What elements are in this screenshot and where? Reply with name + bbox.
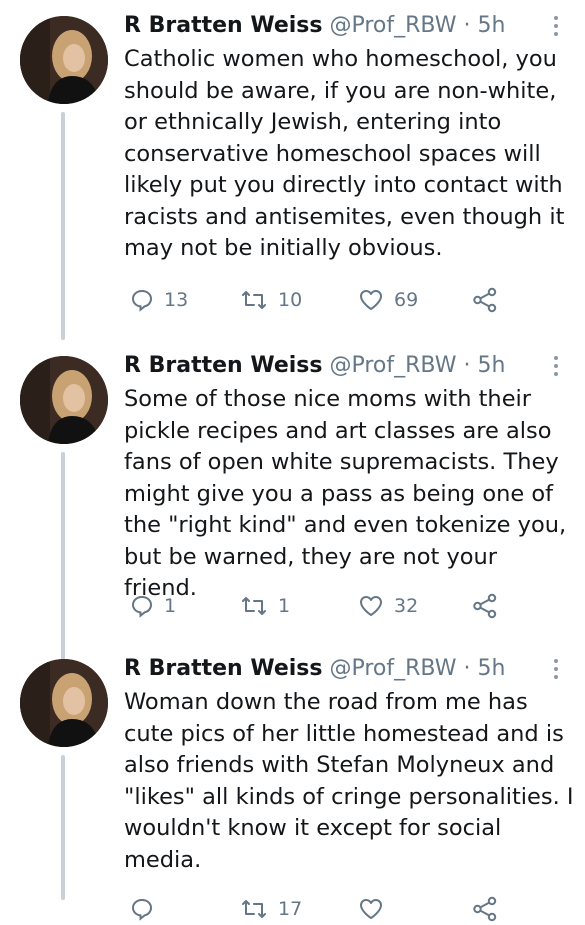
like-button[interactable]: 32 (358, 590, 418, 622)
avatar[interactable] (20, 659, 108, 747)
tweet[interactable]: R Bratten Weiss @Prof_RBW · 5h Catholic … (0, 0, 585, 340)
retweet-icon (242, 597, 266, 615)
display-name[interactable]: R Bratten Weiss (124, 656, 322, 681)
retweet-button[interactable]: 10 (240, 284, 302, 316)
thread-line (61, 755, 65, 900)
avatar[interactable] (20, 356, 108, 444)
user-handle[interactable]: @Prof_RBW (329, 13, 456, 38)
share-icon (473, 593, 497, 619)
display-name[interactable]: R Bratten Weiss (124, 13, 322, 38)
heart-icon (360, 290, 382, 310)
tweet-text: Catholic women who homeschool, you shoul… (124, 46, 565, 261)
avatar[interactable] (20, 16, 108, 104)
tweet[interactable]: R Bratten Weiss @Prof_RBW · 5h Some of t… (0, 340, 585, 660)
tweet[interactable]: R Bratten Weiss @Prof_RBW · 5h Woman dow… (0, 643, 585, 922)
share-button[interactable] (472, 284, 498, 316)
share-icon (473, 287, 497, 313)
reply-count: 1 (164, 595, 177, 617)
retweet-count: 17 (278, 898, 303, 920)
tweet-text: Woman down the road from me has cute pic… (124, 689, 574, 873)
like-count: 32 (394, 595, 419, 617)
tweet-text: Some of those nice moms with their pickl… (124, 386, 567, 601)
tweet-actions: 13 10 69 (124, 284, 564, 316)
heart-icon (360, 596, 382, 616)
retweet-icon (242, 291, 266, 309)
tweet-header: R Bratten Weiss @Prof_RBW · 5h (124, 352, 505, 380)
like-button[interactable]: 69 (358, 284, 418, 316)
tweet-header: R Bratten Weiss @Prof_RBW · 5h (124, 655, 505, 683)
thread-line (61, 112, 65, 340)
reply-icon (131, 595, 153, 618)
thread-line (61, 452, 65, 660)
share-button[interactable] (472, 590, 498, 622)
reply-button[interactable]: 13 (130, 284, 188, 316)
retweet-count: 1 (278, 595, 291, 617)
tweet-header: R Bratten Weiss @Prof_RBW · 5h (124, 12, 505, 40)
user-handle[interactable]: @Prof_RBW (329, 656, 456, 681)
tweet-actions: 1 1 32 (124, 590, 564, 622)
retweet-icon (242, 900, 266, 918)
more-options-icon[interactable] (548, 655, 564, 683)
retweet-count: 10 (278, 289, 303, 311)
heart-icon (360, 899, 382, 919)
timestamp[interactable]: · 5h (463, 353, 505, 378)
tweet-actions: 17 (124, 893, 564, 925)
like-button[interactable] (358, 893, 394, 925)
reply-button[interactable]: 1 (130, 590, 176, 622)
reply-button[interactable] (130, 893, 164, 925)
like-count: 69 (394, 289, 419, 311)
retweet-button[interactable]: 1 (240, 590, 290, 622)
timestamp[interactable]: · 5h (463, 13, 505, 38)
retweet-button[interactable]: 17 (240, 893, 302, 925)
more-options-icon[interactable] (548, 352, 564, 380)
display-name[interactable]: R Bratten Weiss (124, 353, 322, 378)
user-handle[interactable]: @Prof_RBW (329, 353, 456, 378)
reply-icon (131, 898, 153, 921)
share-button[interactable] (472, 893, 498, 925)
reply-icon (131, 289, 153, 312)
timestamp[interactable]: · 5h (463, 656, 505, 681)
reply-count: 13 (164, 289, 189, 311)
more-options-icon[interactable] (548, 12, 564, 40)
